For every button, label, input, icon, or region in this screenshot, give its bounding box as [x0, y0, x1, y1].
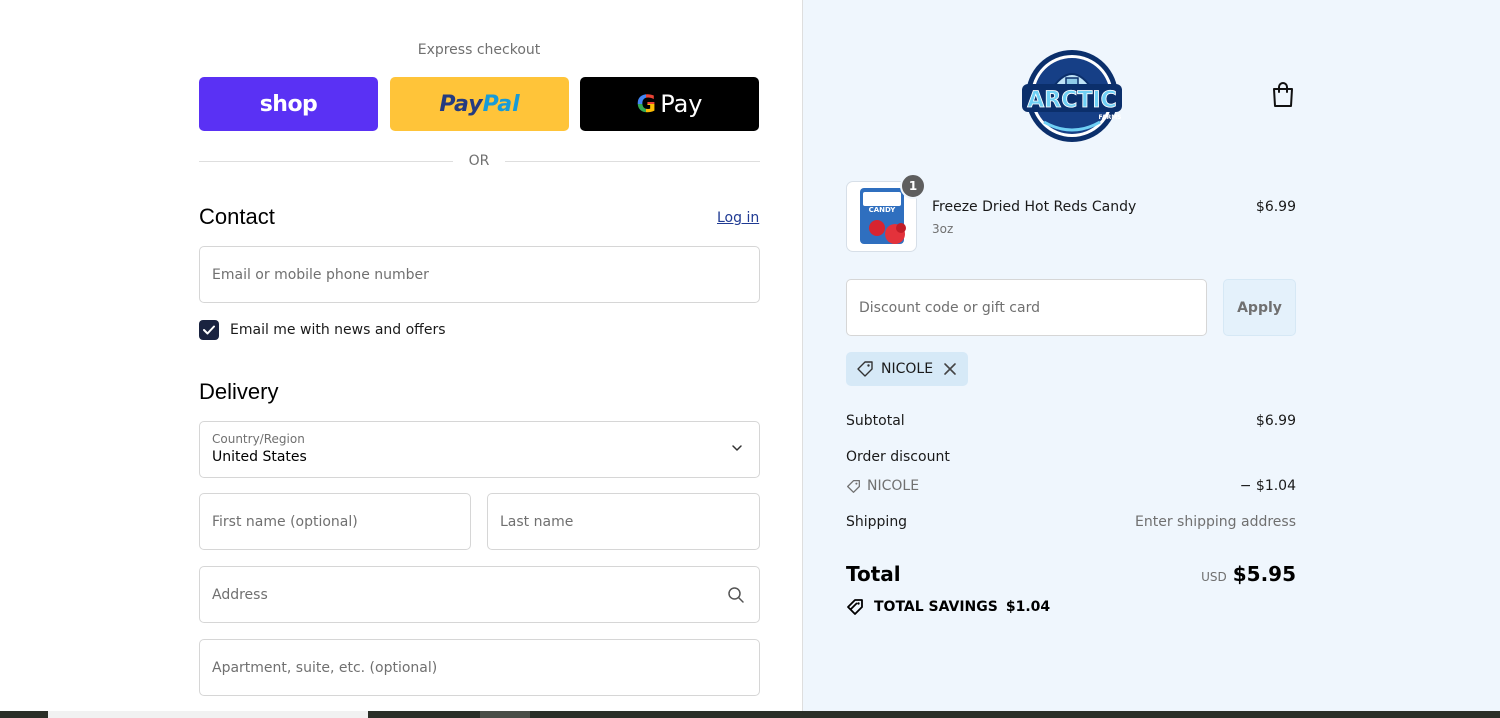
divider-line-left	[199, 161, 453, 162]
quantity-badge: 1	[900, 173, 926, 199]
shopping-bag-icon[interactable]	[1270, 81, 1296, 109]
address-placeholder: Address	[212, 586, 268, 603]
google-g-icon: G	[636, 90, 657, 118]
logo-subtext: FARMS	[1099, 114, 1122, 121]
shipping-label: Shipping	[846, 514, 908, 530]
discount-code-field[interactable]: Discount code or gift card	[846, 279, 1207, 336]
paypal-button[interactable]: Pay Pal	[390, 77, 569, 131]
subtotal-value: $6.99	[1255, 413, 1296, 429]
newsletter-label: Email me with news and offers	[230, 322, 446, 338]
last-name-placeholder: Last name	[500, 513, 574, 530]
divider-line-right	[505, 161, 760, 162]
google-pay-label: Pay	[660, 90, 703, 118]
first-name-placeholder: First name (optional)	[212, 513, 358, 530]
shipping-value: Enter shipping address	[1135, 514, 1296, 530]
express-checkout-label: Express checkout	[417, 42, 541, 58]
taskbar-segment	[480, 711, 530, 718]
newsletter-checkbox[interactable]	[199, 320, 219, 340]
country-select[interactable]: Country/Region United States	[199, 421, 760, 478]
search-icon	[728, 587, 744, 603]
thumb-label: CANDY	[869, 206, 897, 214]
arctic-farms-logo[interactable]: ARCTIC FARMS	[1014, 42, 1130, 146]
email-field[interactable]: Email or mobile phone number	[199, 246, 760, 303]
total-currency: USD	[1201, 570, 1227, 584]
or-label: OR	[468, 153, 490, 169]
paypal-label-part1: Pay	[439, 91, 483, 117]
apartment-placeholder: Apartment, suite, etc. (optional)	[212, 659, 438, 676]
apartment-field[interactable]: Apartment, suite, etc. (optional)	[199, 639, 760, 696]
remove-discount-icon[interactable]	[942, 361, 958, 377]
contact-title: Contact	[199, 204, 275, 229]
checkout-form-panel: Express checkout shop Pay Pal G Pay OR Co…	[0, 0, 803, 711]
address-field[interactable]: Address	[199, 566, 760, 623]
tag-icon	[857, 361, 873, 377]
shop-pay-button[interactable]: shop	[199, 77, 378, 131]
or-divider: OR	[199, 152, 760, 172]
subtotal-label: Subtotal	[846, 413, 905, 429]
applied-discount-chip: NICOLE	[846, 352, 968, 386]
delivery-title: Delivery	[199, 379, 279, 404]
tag-icon	[847, 479, 860, 493]
total-amount: $5.95	[1232, 562, 1296, 586]
order-discount-code: NICOLE	[846, 478, 919, 494]
country-label: Country/Region	[212, 432, 305, 446]
shop-pay-label: shop	[259, 91, 318, 117]
taskbar-strip	[0, 711, 1500, 718]
total-value-group: USD $5.95	[1100, 562, 1296, 586]
log-in-link[interactable]: Log in	[717, 210, 759, 226]
savings-tag-icon	[847, 599, 863, 615]
total-label: Total	[846, 562, 901, 586]
total-savings-label: TOTAL SAVINGS	[874, 599, 998, 615]
chevron-down-icon	[732, 445, 742, 451]
checkmark-icon	[203, 325, 215, 335]
first-name-field[interactable]: First name (optional)	[199, 493, 471, 550]
applied-discount-code: NICOLE	[881, 361, 934, 377]
paypal-label-part2: Pal	[482, 91, 520, 117]
order-discount-label: Order discount	[846, 449, 950, 465]
product-variant: 3oz	[932, 222, 954, 236]
google-pay-button[interactable]: G Pay	[580, 77, 759, 131]
total-savings: TOTAL SAVINGS $1.04	[846, 598, 1050, 616]
country-value: United States	[212, 449, 307, 465]
last-name-field[interactable]: Last name	[487, 493, 760, 550]
order-discount-value: − $1.04	[1239, 478, 1296, 494]
discount-placeholder: Discount code or gift card	[859, 299, 1040, 316]
taskbar-segment	[48, 711, 368, 718]
newsletter-option[interactable]: Email me with news and offers	[199, 320, 446, 340]
product-price: $6.99	[1255, 199, 1296, 215]
apply-discount-button[interactable]: Apply	[1223, 279, 1296, 336]
email-placeholder: Email or mobile phone number	[212, 266, 429, 283]
order-discount-code-text: NICOLE	[867, 478, 920, 494]
logo-text: ARCTIC	[1027, 88, 1116, 113]
product-name: Freeze Dried Hot Reds Candy	[932, 199, 1137, 215]
total-savings-value: $1.04	[1005, 599, 1051, 615]
